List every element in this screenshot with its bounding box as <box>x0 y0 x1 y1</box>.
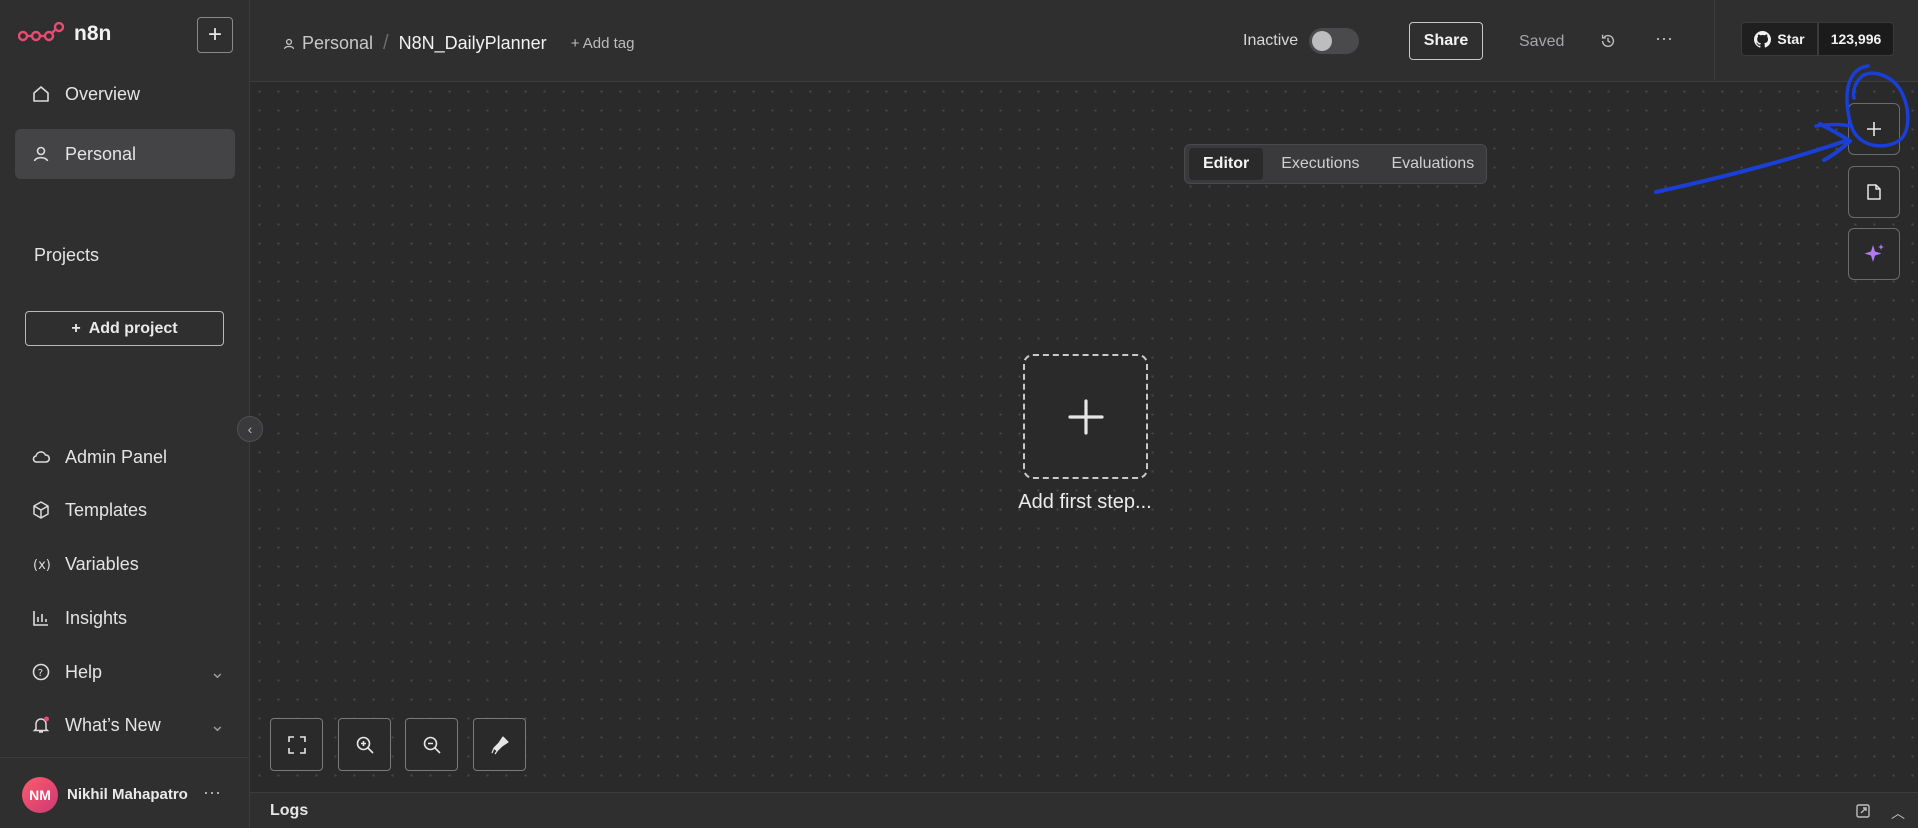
toggle-knob <box>1312 31 1332 51</box>
sidebar-item-label: Help <box>65 661 103 682</box>
plus-icon: + <box>207 21 222 48</box>
sidebar-item-variables[interactable]: (x) Variables <box>15 539 235 589</box>
user-name: Nikhil Mahapatro <box>67 786 188 803</box>
add-sticky-note-button[interactable] <box>1848 166 1900 218</box>
sticky-note-icon <box>1867 184 1881 200</box>
zoom-in-button[interactable] <box>338 718 391 771</box>
github-star-count[interactable]: 123,996 <box>1818 22 1894 56</box>
user-icon <box>33 146 49 162</box>
logs-panel-bar[interactable]: Logs ︿ <box>250 792 1918 828</box>
n8n-logo-icon <box>18 22 64 42</box>
chart-icon <box>33 611 48 626</box>
view-tabs: Editor Executions Evaluations <box>1184 144 1487 184</box>
user-menu[interactable]: NM Nikhil Mahapatro ··· <box>0 757 250 828</box>
new-workflow-button[interactable]: + <box>197 17 233 53</box>
home-icon <box>33 86 49 102</box>
plus-icon <box>1867 122 1881 136</box>
zoom-out-icon <box>423 736 441 754</box>
ai-assistant-button[interactable] <box>1848 228 1900 280</box>
zoom-to-fit-button[interactable] <box>270 718 323 771</box>
sidebar-item-admin-panel[interactable]: Admin Panel <box>15 432 235 482</box>
tab-editor[interactable]: Editor <box>1189 148 1264 180</box>
sparkle-icon <box>1864 244 1884 262</box>
workflow-name[interactable]: N8N_DailyPlanner <box>399 33 547 54</box>
plus-icon <box>1067 398 1104 435</box>
github-star-button[interactable]: Star <box>1741 22 1818 56</box>
projects-title: Projects <box>34 245 100 265</box>
pop-out-icon[interactable] <box>1855 803 1871 819</box>
open-nodes-panel-button[interactable] <box>1848 103 1900 155</box>
sidebar-item-label: Admin Panel <box>65 446 168 467</box>
divider <box>1714 0 1715 82</box>
chevron-up-icon[interactable]: ︿ <box>1891 803 1905 823</box>
sidebar-item-label: Templates <box>65 499 148 520</box>
add-first-step-label: Add first step... <box>1018 491 1152 513</box>
bell-icon <box>32 716 50 733</box>
sidebar-item-insights[interactable]: Insights <box>15 593 235 643</box>
cloud-icon <box>32 451 51 463</box>
add-project-button[interactable]: + Add project <box>25 311 224 346</box>
plus-icon: + <box>71 319 81 337</box>
history-icon[interactable] <box>1599 32 1617 50</box>
n8n-logo[interactable]: n8n <box>18 22 111 46</box>
svg-text:(x): (x) <box>33 558 51 573</box>
breadcrumb-project-label: Personal <box>302 33 374 53</box>
user-icon <box>283 38 295 49</box>
svg-text:?: ? <box>38 668 43 679</box>
sidebar-item-label: What’s New <box>65 714 161 735</box>
more-options-icon[interactable]: ··· <box>203 782 221 803</box>
breadcrumb: Personal / N8N_DailyPlanner + Add tag <box>282 32 635 55</box>
github-icon <box>1754 30 1772 48</box>
tab-evaluations[interactable]: Evaluations <box>1377 148 1488 180</box>
avatar: NM <box>22 777 58 813</box>
zoom-out-button[interactable] <box>405 718 458 771</box>
tidy-up-button[interactable] <box>473 718 526 771</box>
activate-toggle[interactable] <box>1309 28 1359 54</box>
sidebar-item-label: Personal <box>65 143 137 164</box>
variable-icon: (x) <box>33 558 51 573</box>
chevron-left-icon: ‹ <box>247 421 253 437</box>
github-star-label: Star <box>1777 31 1805 47</box>
breadcrumb-project[interactable]: Personal <box>282 33 373 54</box>
breadcrumb-separator: / <box>383 32 389 54</box>
sidebar-item-help[interactable]: ? Help ⌄ <box>15 647 235 697</box>
zoom-in-icon <box>356 736 374 754</box>
chevron-down-icon: ⌄ <box>209 714 225 735</box>
app-name: n8n <box>74 22 112 45</box>
sidebar-item-overview[interactable]: Overview <box>15 69 235 119</box>
add-tag-button[interactable]: + Add tag <box>571 35 635 52</box>
sidebar-item-templates[interactable]: Templates <box>15 485 235 535</box>
sidebar-item-label: Insights <box>65 607 128 628</box>
share-button[interactable]: Share <box>1409 22 1483 60</box>
more-options-icon[interactable]: ··· <box>1655 28 1673 49</box>
workflow-header: Personal / N8N_DailyPlanner + Add tag In… <box>250 0 1918 82</box>
saved-status: Saved <box>1519 33 1565 50</box>
chevron-down-icon: ⌄ <box>209 661 225 682</box>
tab-executions[interactable]: Executions <box>1267 148 1373 180</box>
workflow-status-label: Inactive <box>1243 32 1299 49</box>
sidebar-item-whats-new[interactable]: What’s New ⌄ <box>15 700 235 750</box>
help-icon: ? <box>32 663 50 681</box>
logs-label: Logs <box>270 802 309 819</box>
workflow-canvas[interactable]: Editor Executions Evaluations Add first … <box>250 82 1918 792</box>
add-project-label: Add project <box>88 319 178 337</box>
fit-view-icon <box>287 735 306 754</box>
sidebar-item-label: Variables <box>65 553 139 574</box>
broom-icon <box>490 735 509 754</box>
sidebar-item-label: Overview <box>65 83 141 104</box>
sidebar: n8n + Overview Personal Projects + Add p… <box>0 0 250 828</box>
collapse-sidebar-button[interactable]: ‹ <box>237 416 263 442</box>
add-first-step-button[interactable] <box>1023 354 1148 479</box>
sidebar-item-personal[interactable]: Personal <box>15 129 235 179</box>
box-icon <box>33 501 49 519</box>
